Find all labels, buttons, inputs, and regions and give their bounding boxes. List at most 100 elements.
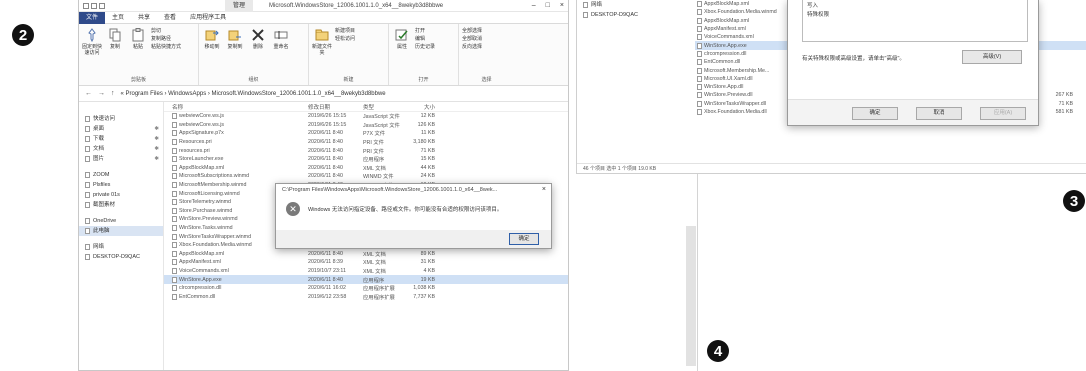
breadcrumb[interactable]: « Program Files › WindowsApps › Microsof… xyxy=(121,91,386,97)
select-all-button[interactable]: 全部选择 xyxy=(462,27,504,35)
rename-button[interactable]: 重命名 xyxy=(271,27,291,50)
file-date: 2020/6/11 8:40 xyxy=(308,250,343,257)
nav-item[interactable]: OneDrive xyxy=(79,216,163,226)
column-type[interactable]: 类型 xyxy=(357,103,405,111)
copy-button[interactable]: 复制 xyxy=(105,27,125,56)
table-row[interactable]: StoreLauncher.exe 2020/6/11 8:40 应用程序 15 KB xyxy=(164,155,568,164)
new-folder-button[interactable]: 新建文件夹 xyxy=(312,27,332,56)
table-row[interactable]: AppxBlockMap.xml 2020/6/11 8:40 XML 文档 44 K… xyxy=(164,164,568,173)
new-item-button[interactable]: 新建项目 xyxy=(335,27,377,35)
tab-home[interactable]: 主页 xyxy=(105,12,131,24)
file-icon xyxy=(697,100,702,107)
table-row[interactable]: webviewCore.ws.js 2019/6/26 15:15 JavaScri… xyxy=(164,112,568,121)
delete-button[interactable]: 删除 xyxy=(248,27,268,50)
select-none-button[interactable]: 全部取消 xyxy=(462,35,504,43)
dialog-close-button[interactable]: × xyxy=(542,184,546,196)
open-group: 属性 打开 编辑 历史记录 打开 xyxy=(389,24,459,85)
ok-button[interactable]: 确定 xyxy=(852,107,898,120)
permission-item[interactable]: 特殊权限 xyxy=(807,11,1023,20)
file-name: webviewCore.ws.js xyxy=(179,121,225,128)
file-name-cell: webviewCore.ws.js xyxy=(164,121,302,128)
rename-icon xyxy=(274,27,288,43)
up-icon[interactable]: ↑ xyxy=(111,90,115,97)
invert-selection-button[interactable]: 反向选择 xyxy=(462,43,504,51)
history-button[interactable]: 历史记录 xyxy=(415,43,451,51)
column-date[interactable]: 修改日期 xyxy=(302,103,357,111)
back-icon[interactable]: ← xyxy=(85,90,92,97)
advanced-button[interactable]: 高级(V) xyxy=(962,50,1022,64)
table-row[interactable]: clrcompression.dll 2020/6/11 16:02 应用程序扩展 1… xyxy=(164,284,568,293)
nav-item[interactable]: 文档 ✱ xyxy=(79,144,163,154)
table-row[interactable]: AppxBlockMap.xml 2020/6/11 8:40 XML 文档 89 K… xyxy=(164,250,568,259)
table-row[interactable]: EntCommon.dll 2019/6/12 23:58 应用程序扩展 7,737 … xyxy=(164,292,568,301)
file-type: XML 文档 xyxy=(363,165,386,172)
nav-item[interactable]: 下载 ✱ xyxy=(79,134,163,144)
tab-share[interactable]: 共享 xyxy=(131,12,157,24)
column-name[interactable]: 名称 xyxy=(164,103,302,111)
nav-item[interactable]: 截图素材 xyxy=(79,200,163,210)
tab-app-tools[interactable]: 应用程序工具 xyxy=(183,12,233,24)
table-row[interactable]: MicrosoftSubscriptions.winmd 2020/6/11 8:… xyxy=(164,172,568,181)
table-row[interactable]: AppxManifest.xml 2020/6/11 8:39 XML 文档 31 K… xyxy=(164,258,568,267)
nav-item[interactable]: DESKTOP-D9QAC xyxy=(577,10,695,20)
file-type: PRI 文件 xyxy=(363,148,384,155)
file-icon xyxy=(172,259,177,266)
nav-item[interactable]: DESKTOP-D9QAC xyxy=(79,252,163,262)
file-type: 应用程序 xyxy=(363,157,385,164)
move-to-button[interactable]: 移动到 xyxy=(202,27,222,50)
ok-button[interactable]: 确定 xyxy=(509,233,539,245)
forward-icon[interactable]: → xyxy=(98,90,105,97)
explorer-window-4 xyxy=(684,174,698,371)
table-row[interactable]: Resources.pri 2020/6/11 8:40 PRI 文件 3,180 K… xyxy=(164,138,568,147)
nav-item[interactable]: 此电脑 xyxy=(79,226,163,236)
permission-item[interactable]: 写入 xyxy=(807,2,1023,11)
tab-view[interactable]: 查看 xyxy=(157,12,183,24)
file-size: 3,180 KB xyxy=(413,139,435,146)
cancel-button[interactable]: 取消 xyxy=(916,107,962,120)
open-button[interactable]: 打开 xyxy=(415,27,451,35)
maximize-button[interactable]: □ xyxy=(546,2,550,9)
pin-quick-access-button[interactable]: 固定到快速访问 xyxy=(82,27,102,56)
edit-button[interactable]: 编辑 xyxy=(415,35,451,43)
manage-context-tab[interactable]: 管理 xyxy=(225,0,254,12)
nav-item[interactable]: ZOOM xyxy=(79,170,163,180)
file-date: 2020/6/11 8:40 xyxy=(308,276,343,283)
nav-item-label: DESKTOP-D9QAC xyxy=(93,254,140,260)
column-size[interactable]: 大小 xyxy=(405,103,435,111)
permission-list[interactable]: 写入 特殊权限 xyxy=(802,0,1028,42)
cut-button[interactable]: 剪切 xyxy=(151,27,193,35)
nav-item[interactable]: private 01s xyxy=(79,190,163,200)
file-date: 2019/6/12 23:58 xyxy=(308,293,347,300)
copy-to-button[interactable]: 复制到 xyxy=(225,27,245,50)
file-icon xyxy=(172,285,177,292)
properties-button[interactable]: 属性 xyxy=(392,27,412,51)
tab-file[interactable]: 文件 xyxy=(79,11,106,24)
nav-item[interactable]: Plsfiles xyxy=(79,180,163,190)
nav-item[interactable]: 网络 xyxy=(79,242,163,252)
nav-item[interactable]: 桌面 ✱ xyxy=(79,124,163,134)
address-bar[interactable]: ← → ↑ « Program Files › WindowsApps › Mi… xyxy=(79,86,568,102)
easy-access-button[interactable]: 轻松访问 xyxy=(335,35,377,43)
nav-item[interactable]: 网络 xyxy=(577,0,695,10)
copy-path-button[interactable]: 复制路径 xyxy=(151,35,193,43)
paste-button[interactable]: 粘贴 xyxy=(128,27,148,56)
table-row[interactable]: AppxSignature.p7x 2020/6/11 8:40 P7X 文件 11 … xyxy=(164,129,568,138)
minimize-button[interactable]: – xyxy=(532,2,536,9)
delete-label: 删除 xyxy=(252,44,263,50)
table-row[interactable]: webviewCore.ws.js 2019/6/26 15:15 JavaScri… xyxy=(164,121,568,130)
quick-access-toolbar[interactable] xyxy=(83,2,105,9)
nav-item[interactable]: 快速访问 xyxy=(79,114,163,124)
apply-button[interactable]: 应用(A) xyxy=(980,107,1026,120)
file-name-cell: AppxManifest.xml xyxy=(164,259,302,266)
paste-shortcut-button[interactable]: 粘贴快捷方式 xyxy=(151,43,193,51)
file-icon xyxy=(172,199,177,206)
scrollbar[interactable] xyxy=(686,226,696,366)
file-size: 581 KB xyxy=(1055,109,1073,115)
table-row[interactable]: resources.pri 2020/6/11 8:40 PRI 文件 71 KB xyxy=(164,146,568,155)
file-icon xyxy=(172,190,177,197)
close-button[interactable]: × xyxy=(560,2,564,9)
folder-icon xyxy=(85,116,90,122)
table-row[interactable]: WinStore.App.exe 2020/6/11 8:40 应用程序 19 KB xyxy=(164,275,568,284)
table-row[interactable]: VoiceCommands.xml 2019/10/7 23:11 XML 文档 4 … xyxy=(164,267,568,276)
nav-item[interactable]: 图片 ✱ xyxy=(79,154,163,164)
